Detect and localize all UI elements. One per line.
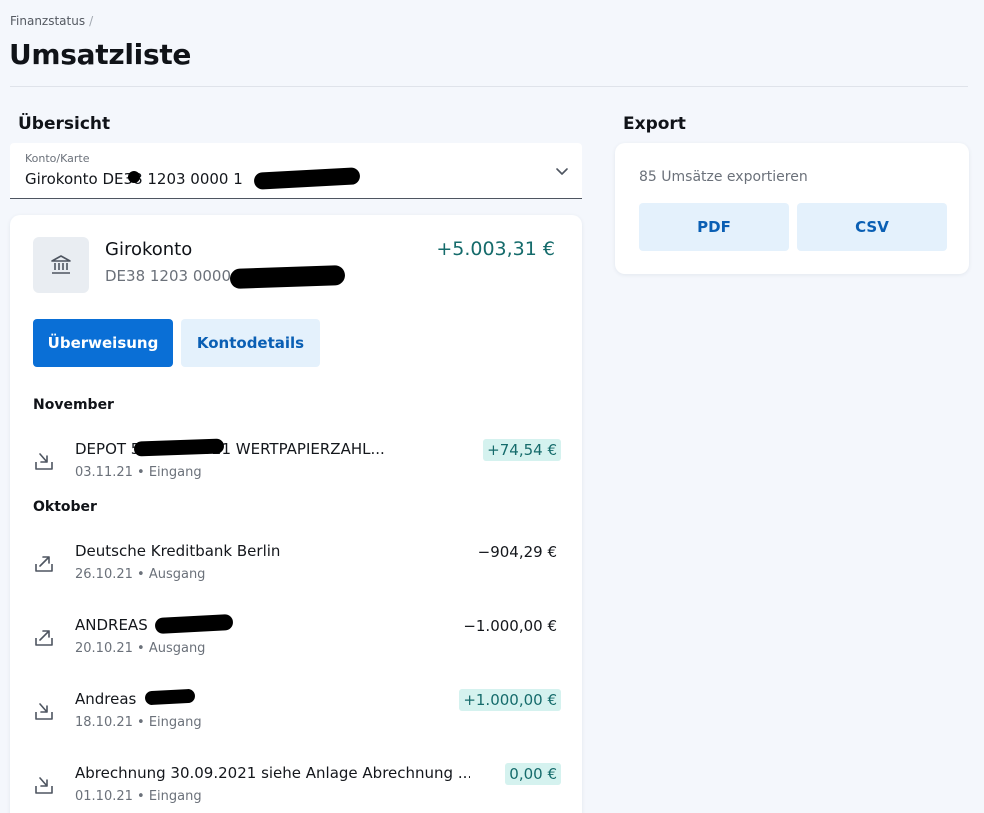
- export-heading: Export: [623, 114, 686, 134]
- export-description: 85 Umsätze exportieren: [639, 169, 808, 185]
- transaction-meta: 26.10.21 • Ausgang: [75, 567, 206, 582]
- transaction-amount: +1.000,00 €: [459, 689, 561, 711]
- transaction-meta: 01.10.21 • Eingang: [75, 789, 202, 804]
- incoming-icon: [35, 453, 53, 470]
- account-select[interactable]: Konto/Karte Girokonto DE38 1203 0000 1: [10, 143, 582, 199]
- transaction-title: Andreas: [75, 690, 137, 708]
- account-name: Girokonto: [105, 239, 193, 260]
- transaction-meta: 03.11.21 • Eingang: [75, 465, 202, 480]
- transfer-button[interactable]: Überweisung: [33, 319, 173, 367]
- bank-icon: [33, 237, 89, 293]
- redaction-mark: [253, 167, 361, 190]
- outgoing-icon: [35, 630, 53, 646]
- transaction-row[interactable]: Abrechnung 30.09.2021 siehe Anlage Abrec…: [33, 763, 563, 813]
- transaction-meta: 20.10.21 • Ausgang: [75, 641, 206, 656]
- transaction-amount: +74,54 €: [483, 439, 561, 461]
- breadcrumb: Finanzstatus /: [10, 14, 93, 28]
- page-title: Umsatzliste: [9, 38, 192, 71]
- breadcrumb-item-finanzstatus[interactable]: Finanzstatus: [10, 14, 85, 28]
- chevron-down-icon[interactable]: [554, 163, 570, 179]
- month-heading-oktober: Oktober: [33, 499, 97, 515]
- outgoing-icon: [35, 556, 53, 572]
- redaction-mark: [229, 264, 346, 290]
- transaction-title: ANDREAS: [75, 616, 148, 634]
- incoming-icon: [35, 703, 53, 720]
- incoming-icon: [35, 777, 53, 794]
- export-pdf-button[interactable]: PDF: [639, 203, 789, 251]
- transaction-amount: −1.000,00 €: [463, 617, 557, 635]
- account-balance: +5.003,31 €: [436, 238, 555, 260]
- page: Finanzstatus / Umsatzliste Übersicht Expo…: [0, 0, 984, 813]
- transaction-row[interactable]: Andreas 18.10.21 • Eingang +1.000,00 €: [33, 688, 563, 746]
- header-divider: [10, 86, 968, 87]
- month-heading-november: November: [33, 397, 114, 413]
- transaction-title: Abrechnung 30.09.2021 siehe Anlage Abrec…: [75, 764, 470, 782]
- redaction-mark: [144, 688, 196, 706]
- transaction-row[interactable]: ANDREAS 20.10.21 • Ausgang −1.000,00 €: [33, 613, 563, 672]
- transaction-amount: −904,29 €: [477, 543, 557, 561]
- transaction-row[interactable]: Deutsche Kreditbank Berlin 26.10.21 • Au…: [33, 542, 563, 598]
- transaction-amount: 0,00 €: [505, 763, 561, 785]
- export-csv-button[interactable]: CSV: [797, 203, 947, 251]
- account-card: Girokonto DE38 1203 0000 +5.003,31 € Übe…: [10, 215, 582, 813]
- transaction-row[interactable]: DEPOT 5 03.11.2021 WERTPAPIERZAHL... 03.…: [33, 438, 563, 496]
- transaction-meta: 18.10.21 • Eingang: [75, 715, 202, 730]
- transaction-title: DEPOT 5 03.11.2021 WERTPAPIERZAHL...: [75, 440, 385, 458]
- redaction-mark: [133, 438, 225, 457]
- export-card: 85 Umsätze exportieren PDF CSV: [615, 143, 969, 274]
- transaction-title: Deutsche Kreditbank Berlin: [75, 542, 281, 560]
- overview-heading: Übersicht: [18, 114, 111, 134]
- redaction-mark: [154, 613, 234, 635]
- account-iban: DE38 1203 0000: [105, 267, 231, 285]
- account-details-button[interactable]: Kontodetails: [181, 319, 320, 367]
- account-select-label: Konto/Karte: [25, 152, 90, 165]
- breadcrumb-separator: /: [89, 14, 94, 28]
- redaction-mark: [128, 171, 140, 183]
